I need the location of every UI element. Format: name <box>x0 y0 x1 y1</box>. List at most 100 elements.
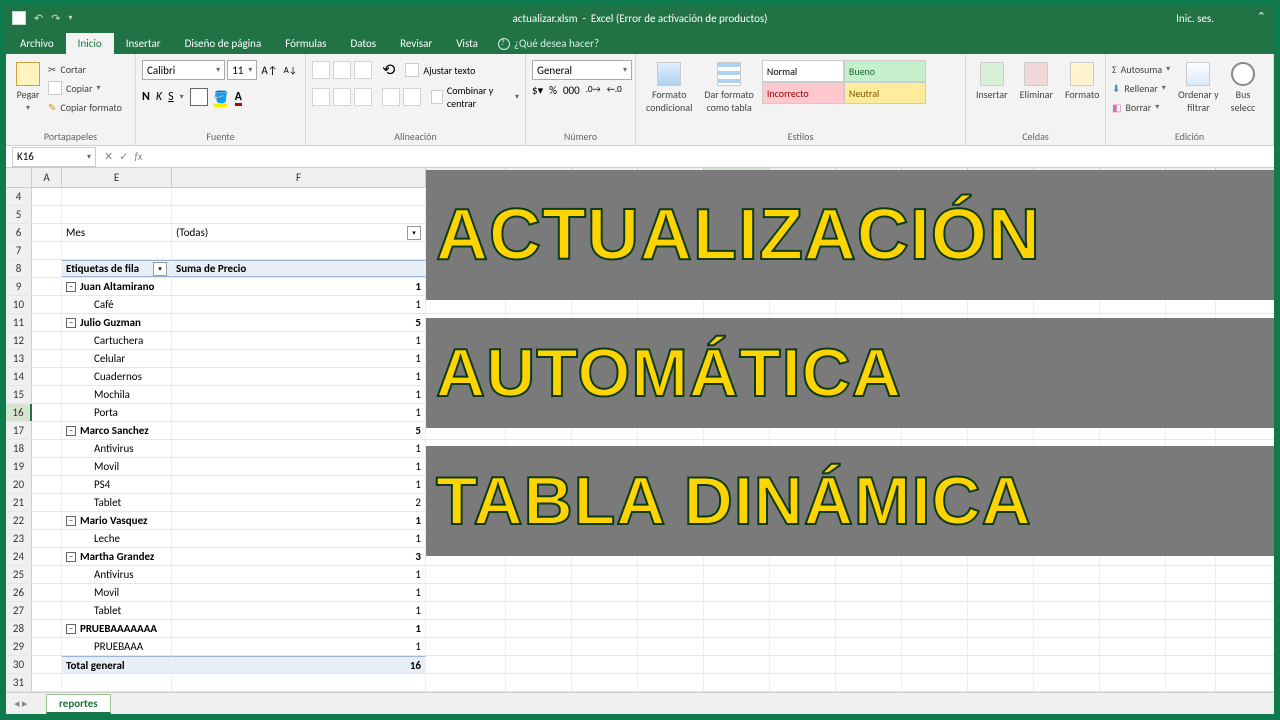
cell-F14[interactable]: 1 <box>172 368 426 385</box>
cell-H28[interactable] <box>506 620 572 637</box>
cell-E8[interactable]: Etiquetas de fila ▾ <box>62 260 172 277</box>
ribbon-collapse-icon[interactable]: ⌃ <box>1257 10 1266 23</box>
cell-F19[interactable]: 1 <box>172 458 426 475</box>
rellenar-button[interactable]: ⬇Rellenar▾ <box>1112 79 1170 97</box>
increase-decimal-button[interactable]: .0→ <box>586 84 601 97</box>
row-header[interactable]: 22 <box>6 512 32 529</box>
select-all-corner[interactable] <box>6 168 32 187</box>
copiar-formato-button[interactable]: ✎Copiar formato <box>48 98 122 116</box>
cell-A18[interactable] <box>32 440 62 457</box>
cell-F13[interactable]: 1 <box>172 350 426 367</box>
tab-formulas[interactable]: Fórmulas <box>273 33 338 54</box>
cell-G31[interactable] <box>426 674 506 691</box>
cell-P29[interactable] <box>1034 638 1100 655</box>
cell-A16[interactable] <box>32 404 62 421</box>
collapse-icon[interactable]: − <box>66 426 76 436</box>
row-header[interactable]: 5 <box>6 206 32 223</box>
cell-J26[interactable] <box>638 584 704 601</box>
collapse-icon[interactable]: − <box>66 318 76 328</box>
font-name-select[interactable]: Calibri▾ <box>142 60 225 80</box>
cell-E29[interactable]: PRUEBAAA <box>62 638 172 655</box>
cell-O31[interactable] <box>968 674 1034 691</box>
cell-F20[interactable]: 1 <box>172 476 426 493</box>
cell-E21[interactable]: Tablet <box>62 494 172 511</box>
cell-A14[interactable] <box>32 368 62 385</box>
row-header[interactable]: 18 <box>6 440 32 457</box>
cell-styles-gallery[interactable]: Normal Bueno Incorrecto Neutral <box>762 60 932 104</box>
number-format-select[interactable]: General▾ <box>532 60 632 80</box>
formato-celda-button[interactable]: Formato <box>1061 60 1103 103</box>
cell-L30[interactable] <box>770 656 836 673</box>
tab-diseno[interactable]: Diseño de página <box>173 33 274 54</box>
cell-H27[interactable] <box>506 602 572 619</box>
cell-A5[interactable] <box>32 206 62 223</box>
row-header[interactable]: 6 <box>6 224 32 241</box>
cell-M26[interactable] <box>836 584 902 601</box>
cell-H31[interactable] <box>506 674 572 691</box>
cell-E25[interactable]: Antivirus <box>62 566 172 583</box>
orientation-button[interactable]: ⟲ <box>382 60 395 80</box>
align-bottom-button[interactable] <box>354 61 372 79</box>
cell-A4[interactable] <box>32 188 62 205</box>
tab-datos[interactable]: Datos <box>338 33 388 54</box>
cell-I28[interactable] <box>572 620 638 637</box>
cell-L27[interactable] <box>770 602 836 619</box>
style-normal[interactable]: Normal <box>762 60 844 82</box>
cell-F12[interactable]: 1 <box>172 332 426 349</box>
increase-font-button[interactable]: A↑ <box>259 64 279 77</box>
cell-N27[interactable] <box>902 602 968 619</box>
cell-E18[interactable]: Antivirus <box>62 440 172 457</box>
collapse-icon[interactable]: − <box>66 282 76 292</box>
align-top-button[interactable] <box>312 61 330 79</box>
cell-F5[interactable] <box>172 206 426 223</box>
row-header[interactable]: 17 <box>6 422 32 439</box>
cell-O28[interactable] <box>968 620 1034 637</box>
cell-F25[interactable]: 1 <box>172 566 426 583</box>
row-header[interactable]: 4 <box>6 188 32 205</box>
align-left-button[interactable] <box>312 88 330 106</box>
cell-P31[interactable] <box>1034 674 1100 691</box>
cell-J30[interactable] <box>638 656 704 673</box>
cell-A19[interactable] <box>32 458 62 475</box>
cell-R28[interactable] <box>1166 620 1216 637</box>
cell-M30[interactable] <box>836 656 902 673</box>
decrease-font-button[interactable]: A↓ <box>282 65 299 76</box>
cell-N30[interactable] <box>902 656 968 673</box>
cell-I31[interactable] <box>572 674 638 691</box>
cell-K25[interactable] <box>704 566 770 583</box>
font-color-button[interactable]: A <box>235 90 242 104</box>
cell-J27[interactable] <box>638 602 704 619</box>
cell-K27[interactable] <box>704 602 770 619</box>
underline-dropdown-icon[interactable]: ▾ <box>180 92 184 102</box>
cell-R30[interactable] <box>1166 656 1216 673</box>
collapse-icon[interactable]: − <box>66 516 76 526</box>
cell-A6[interactable] <box>32 224 62 241</box>
row-header[interactable]: 12 <box>6 332 32 349</box>
cell-Q28[interactable] <box>1100 620 1166 637</box>
cell-Q27[interactable] <box>1100 602 1166 619</box>
row-header[interactable]: 10 <box>6 296 32 313</box>
comma-button[interactable]: 000 <box>563 84 580 97</box>
cell-E22[interactable]: −Mario Vasquez <box>62 512 172 529</box>
cell-N25[interactable] <box>902 566 968 583</box>
row-header[interactable]: 16 <box>6 404 32 421</box>
cell-I30[interactable] <box>572 656 638 673</box>
cell-F10[interactable]: 1 <box>172 296 426 313</box>
cell-E16[interactable]: Porta <box>62 404 172 421</box>
cell-K28[interactable] <box>704 620 770 637</box>
align-middle-button[interactable] <box>333 61 351 79</box>
cell-E7[interactable] <box>62 242 172 259</box>
cell-E14[interactable]: Cuadernos <box>62 368 172 385</box>
tab-archivo[interactable]: Archivo <box>8 33 66 54</box>
undo-icon[interactable]: ↶ <box>34 12 43 25</box>
insertar-celda-button[interactable]: Insertar <box>972 60 1012 103</box>
cell-A27[interactable] <box>32 602 62 619</box>
decrease-decimal-button[interactable]: ←.0 <box>607 84 622 97</box>
cell-E11[interactable]: −Julio Guzman <box>62 314 172 331</box>
filter-dropdown-icon[interactable]: ▾ <box>407 226 421 240</box>
decrease-indent-button[interactable] <box>382 88 400 106</box>
combinar-centrar-button[interactable]: Combinar y centrar▾ <box>431 84 519 110</box>
cell-E4[interactable] <box>62 188 172 205</box>
cell-L25[interactable] <box>770 566 836 583</box>
cell-I26[interactable] <box>572 584 638 601</box>
